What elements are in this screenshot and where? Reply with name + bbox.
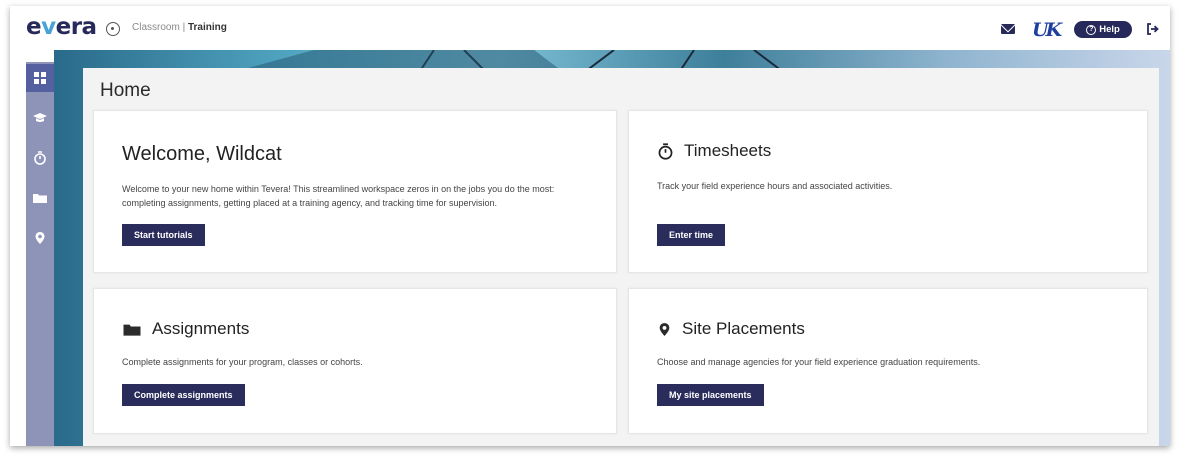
- help-button[interactable]: ? Help: [1074, 21, 1132, 38]
- site-placements-card: Site Placements Choose and manage agenci…: [628, 288, 1148, 434]
- folder-icon: [33, 194, 47, 203]
- breadcrumb-parent[interactable]: Classroom: [132, 22, 180, 33]
- mail-icon[interactable]: [1001, 24, 1015, 34]
- start-tutorials-button[interactable]: Start tutorials: [122, 224, 205, 246]
- timesheets-title: Timesheets: [657, 141, 771, 161]
- assignments-card: Assignments Complete assignments for you…: [93, 288, 617, 434]
- breadcrumb: Classroom | Training: [132, 22, 227, 33]
- breadcrumb-separator: |: [182, 22, 186, 33]
- my-site-placements-button[interactable]: My site placements: [657, 384, 764, 406]
- page-title: Home: [100, 80, 151, 101]
- welcome-title: Welcome, Wildcat: [122, 143, 282, 165]
- dashboard-icon: [34, 72, 46, 84]
- sidebar-nav: [26, 62, 54, 446]
- graduation-cap-icon: [33, 113, 47, 122]
- app-logo[interactable]: evera: [26, 14, 97, 40]
- folder-icon: [123, 324, 141, 336]
- breadcrumb-current: Training: [187, 22, 227, 33]
- environment-switch-icon[interactable]: [106, 22, 120, 36]
- timesheets-title-text: Timesheets: [684, 141, 772, 160]
- sidebar-item-timesheets[interactable]: [26, 144, 54, 172]
- app-window: evera Classroom | Training UK ? Help Hom…: [10, 6, 1170, 446]
- welcome-text-line-2: completing assignments, getting placed a…: [122, 198, 498, 208]
- main-panel: Home Welcome, Wildcat Welcome to your ne…: [83, 68, 1159, 446]
- stopwatch-icon: [658, 142, 673, 160]
- assignments-title-text: Assignments: [152, 319, 250, 338]
- complete-assignments-button[interactable]: Complete assignments: [122, 384, 245, 406]
- site-placements-text: Choose and manage agencies for your fiel…: [657, 357, 981, 367]
- assignments-text: Complete assignments for your program, c…: [122, 357, 363, 367]
- help-icon: ?: [1086, 24, 1097, 35]
- top-bar: evera Classroom | Training UK ? Help: [10, 6, 1170, 50]
- stopwatch-icon: [34, 151, 46, 165]
- enter-time-button[interactable]: Enter time: [657, 224, 726, 246]
- sidebar-item-dashboard[interactable]: [26, 64, 54, 92]
- site-placements-title-text: Site Placements: [682, 319, 805, 338]
- welcome-card: Welcome, Wildcat Welcome to your new hom…: [93, 110, 617, 273]
- sidebar-item-site-placements[interactable]: [26, 224, 54, 252]
- map-pin-icon: [35, 232, 45, 244]
- timesheets-card: Timesheets Track your field experience h…: [628, 110, 1148, 273]
- assignments-title: Assignments: [122, 319, 249, 339]
- welcome-text-line-1: Welcome to your new home within Tevera! …: [122, 184, 555, 194]
- university-logo: UK: [1032, 19, 1062, 41]
- map-pin-icon: [659, 322, 670, 336]
- site-placements-title: Site Placements: [657, 319, 805, 339]
- sidebar-item-assignments[interactable]: [26, 184, 54, 212]
- logout-icon[interactable]: [1146, 22, 1160, 36]
- help-label: Help: [1099, 24, 1120, 35]
- timesheets-text: Track your field experience hours and as…: [657, 181, 893, 191]
- sidebar-item-training[interactable]: [26, 104, 54, 132]
